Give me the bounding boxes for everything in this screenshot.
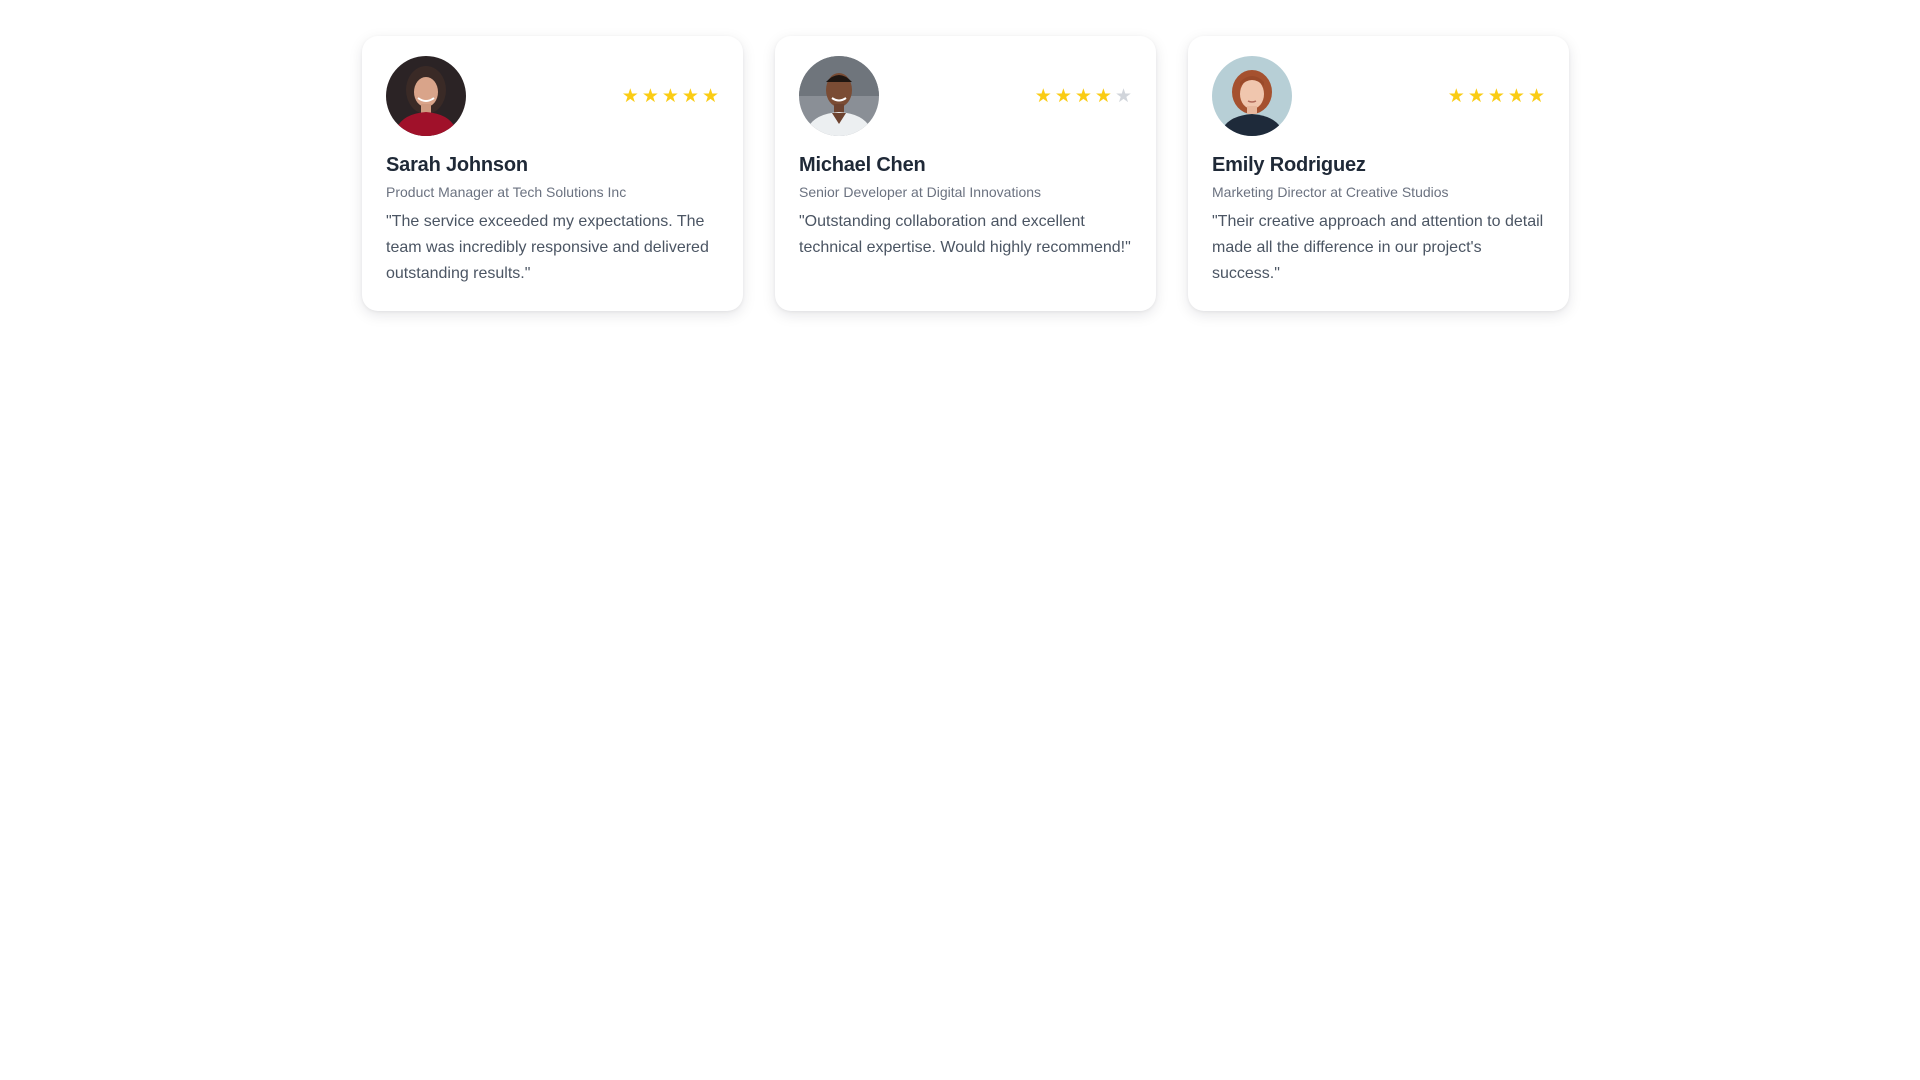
- star-filled-icon: ★: [701, 85, 719, 107]
- star-filled-icon: ★: [1527, 85, 1545, 107]
- star-filled-icon: ★: [1487, 85, 1505, 107]
- star-filled-icon: ★: [1074, 85, 1092, 107]
- testimonial-card: ★ ★ ★ ★ ★ Michael Chen Senior Developer at D…: [775, 36, 1156, 311]
- testimonial-quote: "The service exceeded my expectations. T…: [386, 213, 709, 282]
- avatar: [799, 56, 879, 136]
- testimonial-quote: "Their creative approach and attention t…: [1212, 213, 1544, 282]
- star-filled-icon: ★: [1054, 85, 1072, 107]
- star-rating: ★ ★ ★ ★ ★: [1448, 87, 1545, 106]
- star-filled-icon: ★: [1447, 85, 1465, 107]
- star-rating: ★ ★ ★ ★ ★: [1035, 87, 1132, 106]
- reviewer-name: Sarah Johnson: [386, 154, 528, 176]
- reviewer-name: Michael Chen: [799, 154, 926, 176]
- reviewer-role: Product Manager at Tech Solutions Inc: [386, 184, 627, 200]
- reviewer-name: Emily Rodriguez: [1212, 154, 1366, 176]
- card-header: ★ ★ ★ ★ ★: [1212, 56, 1545, 136]
- avatar: [1212, 56, 1292, 136]
- star-filled-icon: ★: [1094, 85, 1112, 107]
- reviewer-role: Marketing Director at Creative Studios: [1212, 184, 1449, 200]
- star-filled-icon: ★: [1467, 85, 1485, 107]
- star-empty-icon: ★: [1114, 85, 1132, 107]
- testimonial-card: ★ ★ ★ ★ ★ Emily Rodriguez Marketing Director…: [1188, 36, 1569, 311]
- testimonials-grid: ★ ★ ★ ★ ★ Sarah Johnson Product Manager at T…: [362, 36, 1569, 311]
- avatar: [386, 56, 466, 136]
- star-filled-icon: ★: [641, 85, 659, 107]
- star-filled-icon: ★: [661, 85, 679, 107]
- star-rating: ★ ★ ★ ★ ★: [622, 87, 719, 106]
- card-header: ★ ★ ★ ★ ★: [386, 56, 719, 136]
- reviewer-role: Senior Developer at Digital Innovations: [799, 184, 1042, 200]
- star-filled-icon: ★: [681, 85, 699, 107]
- testimonial-quote: "Outstanding collaboration and excellent…: [799, 213, 1131, 256]
- star-filled-icon: ★: [1034, 85, 1052, 107]
- star-filled-icon: ★: [1507, 85, 1525, 107]
- star-filled-icon: ★: [621, 85, 639, 107]
- testimonial-card: ★ ★ ★ ★ ★ Sarah Johnson Product Manager at T…: [362, 36, 743, 311]
- card-header: ★ ★ ★ ★ ★: [799, 56, 1132, 136]
